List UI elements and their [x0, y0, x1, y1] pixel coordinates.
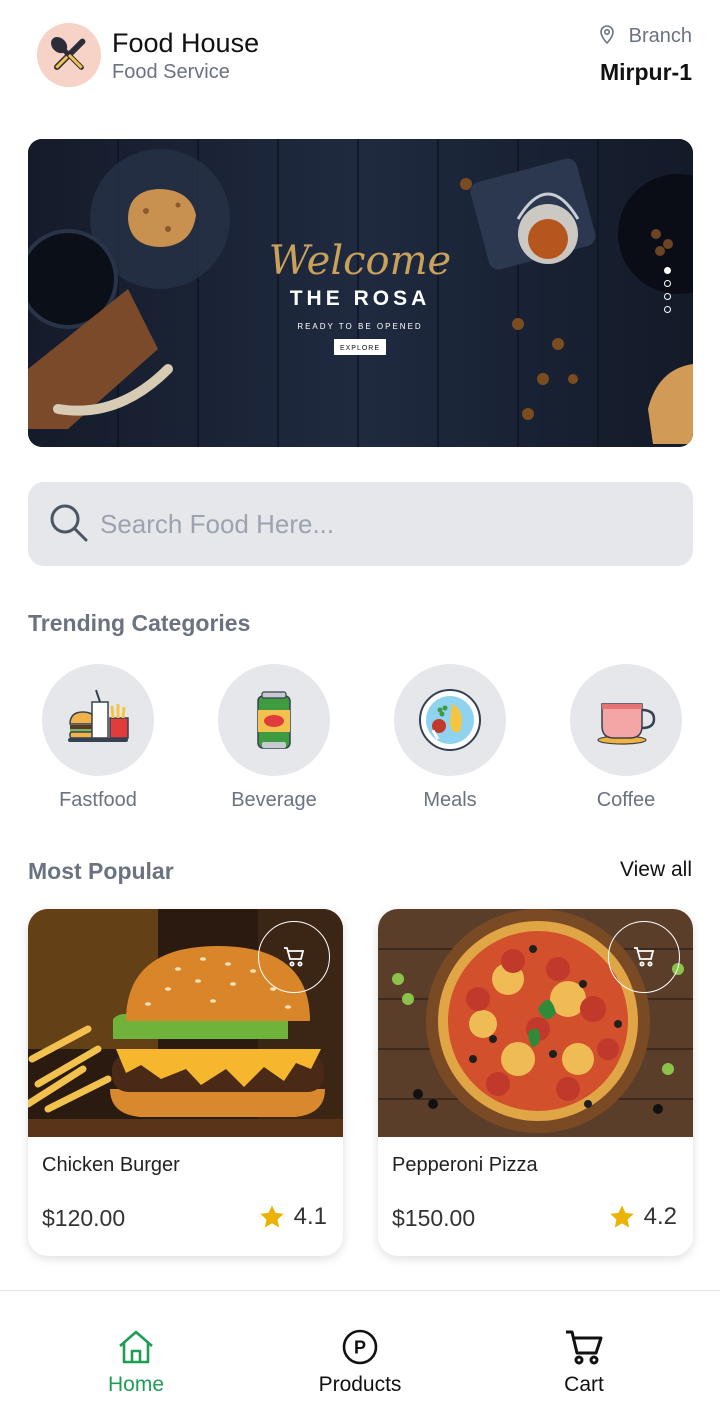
nav-label: Cart — [564, 1373, 604, 1396]
cart-icon — [284, 947, 305, 967]
category-meals[interactable]: Meals — [394, 664, 506, 812]
nav-label: Home — [107, 1373, 165, 1396]
location-pin-icon — [599, 24, 615, 49]
category-list: Fastfood Beverage Meals Coffee — [42, 664, 682, 812]
bottom-navigation: Home P Products Cart — [0, 1290, 720, 1419]
add-to-cart-button[interactable] — [608, 921, 680, 993]
category-label: Coffee — [596, 789, 656, 811]
app-header: Food House Food Service Branch Mirpur-1 — [0, 0, 720, 120]
branch-value: Mirpur-1 — [600, 59, 692, 85]
carousel-dot[interactable] — [664, 267, 671, 274]
product-rating: 4.1 — [258, 1203, 327, 1231]
carousel-dot[interactable] — [664, 306, 671, 313]
category-fastfood[interactable]: Fastfood — [42, 664, 154, 812]
nav-cart[interactable]: Cart — [514, 1329, 654, 1397]
svg-text:P: P — [354, 1338, 366, 1358]
section-title-categories: Trending Categories — [28, 610, 251, 636]
view-all-link[interactable]: View all — [620, 858, 692, 882]
brand-logo — [37, 23, 101, 87]
product-image — [378, 909, 693, 1137]
home-icon — [119, 1330, 153, 1364]
category-beverage[interactable]: Beverage — [218, 664, 330, 812]
banner-artwork: Welcome THE ROSA READY TO BE OPENED EXPL… — [28, 139, 693, 447]
meal-plate-icon — [419, 689, 481, 751]
carousel-dot[interactable] — [664, 280, 671, 287]
brand-subtitle: Food Service — [112, 61, 230, 83]
product-price: $120.00 — [42, 1205, 126, 1231]
nav-label: Products — [318, 1373, 402, 1396]
rating-value: 4.1 — [293, 1203, 327, 1230]
carousel-indicator[interactable] — [664, 267, 671, 313]
rating-value: 4.2 — [643, 1203, 677, 1230]
product-name: Pepperoni Pizza — [392, 1154, 538, 1176]
branch-selector[interactable]: Branch Mirpur-1 — [599, 24, 692, 86]
cart-icon — [634, 947, 655, 967]
search-icon — [46, 500, 90, 549]
banner-title: THE ROSA — [290, 287, 431, 310]
beverage-can-icon — [257, 691, 291, 749]
category-label: Fastfood — [59, 789, 137, 811]
branch-label: Branch — [628, 25, 692, 47]
product-card[interactable]: Pepperoni Pizza $150.00 4.2 — [378, 909, 693, 1256]
products-icon: P — [342, 1329, 378, 1365]
banner-explore-button: EXPLORE — [340, 345, 380, 352]
product-image — [28, 909, 343, 1137]
star-icon — [609, 1205, 634, 1228]
product-name: Chicken Burger — [42, 1154, 180, 1176]
product-price: $150.00 — [392, 1205, 476, 1231]
search-input[interactable] — [100, 508, 660, 540]
brand-title: Food House — [112, 28, 260, 58]
promo-banner[interactable]: Welcome THE ROSA READY TO BE OPENED EXPL… — [28, 139, 693, 447]
star-icon — [259, 1205, 284, 1228]
product-rating: 4.2 — [608, 1203, 677, 1231]
category-label: Beverage — [231, 789, 317, 811]
product-card[interactable]: Chicken Burger $120.00 4.1 — [28, 909, 343, 1256]
banner-tagline: READY TO BE OPENED — [297, 322, 422, 331]
search-bar[interactable] — [28, 482, 693, 566]
category-coffee[interactable]: Coffee — [570, 664, 682, 812]
coffee-cup-icon — [597, 703, 656, 745]
fastfood-icon — [68, 689, 129, 742]
add-to-cart-button[interactable] — [258, 921, 330, 993]
nav-home[interactable]: Home — [66, 1329, 206, 1397]
carousel-dot[interactable] — [664, 293, 671, 300]
section-title-popular: Most Popular — [28, 858, 174, 884]
cart-icon — [566, 1330, 603, 1365]
category-label: Meals — [423, 789, 477, 811]
nav-products[interactable]: P Products — [290, 1329, 430, 1397]
banner-welcome: Welcome — [269, 238, 451, 284]
